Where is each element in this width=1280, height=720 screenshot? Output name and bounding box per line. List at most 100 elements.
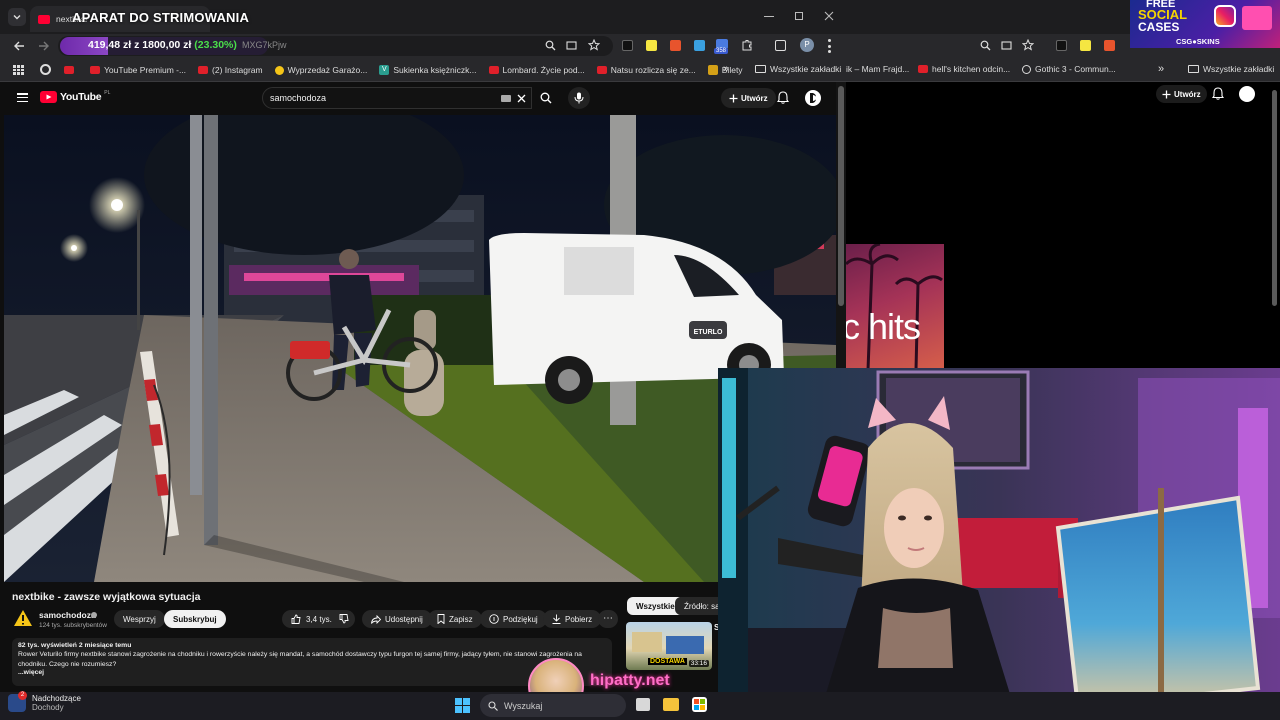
youtube-icon — [488, 66, 499, 74]
voice-search-button[interactable] — [568, 87, 590, 109]
all-bookmarks-folder[interactable]: Wszystkie zakładki — [1188, 64, 1274, 74]
channel-avatar[interactable] — [13, 609, 33, 629]
playlist-thumbnail[interactable]: c hits — [846, 244, 944, 370]
bookmark-item[interactable]: Natsu rozlicza się ze... — [596, 65, 696, 75]
puzzle-icon[interactable] — [741, 39, 753, 51]
tab-search-button[interactable] — [8, 8, 26, 26]
thumbs-down-icon — [339, 614, 349, 624]
back-arrow-icon[interactable] — [13, 40, 25, 52]
keyboard-icon[interactable] — [501, 95, 511, 102]
instagram-icon — [1214, 5, 1236, 27]
watermark-text: hipatty.net — [590, 672, 670, 689]
news-widget[interactable]: 2 Nadchodzące Dochody — [8, 691, 81, 712]
more-bookmarks-button[interactable]: » — [1158, 63, 1164, 75]
minimize-button[interactable] — [764, 16, 774, 17]
zoom-icon[interactable] — [545, 40, 556, 51]
extension-icon-1[interactable] — [1056, 40, 1067, 51]
github-bookmark-icon[interactable] — [40, 64, 51, 75]
task-view-icon[interactable] — [636, 698, 650, 711]
search-input[interactable] — [270, 91, 490, 105]
forward-arrow-icon[interactable] — [38, 40, 50, 52]
channel-name[interactable]: samochodoza — [39, 610, 96, 620]
recommended-thumbnail[interactable]: DOSTAWA 33:16 — [626, 622, 712, 670]
share-icon — [371, 614, 381, 624]
description-box[interactable]: 82 tys. wyświetleń 2 miesiące temu Rower… — [12, 638, 612, 686]
save-button[interactable]: Zapisz — [428, 610, 482, 628]
extension-icon-1[interactable] — [622, 40, 633, 51]
bookmark-star-icon[interactable] — [588, 39, 600, 51]
bookmark-item[interactable]: V Sukienka księżniczk... — [379, 65, 477, 75]
close-window-icon[interactable] — [824, 11, 834, 21]
bookmark-star-icon[interactable] — [1022, 39, 1034, 51]
scrollbar-thumb-right[interactable] — [1272, 90, 1277, 306]
extension-icon-3[interactable] — [1104, 40, 1115, 51]
store-icon[interactable] — [692, 697, 707, 712]
all-bookmarks-folder[interactable]: Wszystkie zakładki — [755, 64, 841, 74]
youtube-icon — [64, 66, 74, 74]
extension-icon-4[interactable] — [694, 40, 705, 51]
like-button[interactable]: 3,4 tys. — [282, 610, 341, 628]
start-button[interactable] — [455, 698, 470, 713]
maximize-button[interactable] — [795, 12, 803, 20]
description-text: Rower Veturilo firmy nextbike stanowi za… — [18, 651, 582, 668]
extension-icon-3[interactable] — [670, 40, 681, 51]
install-icon[interactable] — [566, 40, 577, 51]
dislike-button[interactable] — [333, 610, 355, 628]
bilety-icon — [707, 65, 718, 75]
menu-dots-icon[interactable] — [828, 39, 831, 53]
bookmark-item[interactable] — [64, 66, 78, 74]
extension-icon-2[interactable] — [1080, 40, 1091, 51]
video-player[interactable]: ETURLO — [4, 115, 836, 582]
bookmarks-bar-right: ik – Mam Frajd... hell's kitchen odcin..… — [846, 58, 1280, 82]
more-description[interactable]: ...więcej — [18, 669, 606, 676]
plus-icon — [729, 94, 738, 102]
bookmark-item[interactable]: ik – Mam Frajd... — [846, 64, 909, 74]
news-subtitle: Dochody — [32, 703, 64, 712]
sidepanel-icon[interactable] — [775, 40, 786, 51]
youtube-logo[interactable]: YouTube PL — [40, 90, 110, 103]
create-button[interactable]: Utwórz — [1156, 85, 1207, 103]
csgo-skins-ad[interactable]: FREE SOCIAL CASES CSG●SKINS — [1130, 0, 1280, 48]
notifications-bell-icon[interactable] — [777, 91, 789, 104]
notification-badge: 2 — [18, 691, 27, 700]
bookmark-item[interactable]: Gothic 3 - Commun... — [1022, 64, 1116, 74]
bookmark-item[interactable]: YouTube Premium -... — [90, 65, 186, 75]
more-actions-button[interactable]: ⋯ — [598, 610, 618, 628]
subscribe-button[interactable]: Subskrybuj — [164, 610, 226, 628]
search-button[interactable] — [532, 87, 560, 109]
zoom-icon[interactable] — [980, 40, 991, 51]
extension-icon-2[interactable] — [646, 40, 657, 51]
clear-search-icon[interactable] — [517, 94, 526, 103]
bookmarks-bar: YouTube Premium -... (2) Instagram Wyprz… — [0, 58, 846, 82]
thanks-button[interactable]: Podziękuj — [480, 610, 547, 628]
streamer-webcam — [718, 368, 1280, 720]
file-explorer-icon[interactable] — [663, 698, 679, 711]
profile-avatar[interactable]: P — [800, 38, 814, 52]
bookmark-item[interactable]: Lombard. Życie pod... — [488, 65, 585, 75]
hamburger-menu-icon[interactable] — [17, 93, 28, 102]
more-bookmarks-button[interactable]: » — [723, 63, 729, 75]
share-button[interactable]: Udostępnij — [362, 610, 432, 628]
install-icon[interactable] — [1001, 40, 1012, 51]
bookmark-item[interactable]: hell's kitchen odcin... — [918, 64, 1010, 74]
download-button[interactable]: Pobierz — [543, 610, 602, 628]
bookmark-item[interactable]: Wyprzedaż Garażo... — [274, 65, 367, 75]
globe-icon — [1022, 64, 1031, 74]
v-icon: V — [379, 65, 390, 75]
support-button[interactable]: Wesprzyj — [114, 610, 165, 628]
url-tail: MXG7kPjw — [242, 40, 287, 50]
account-avatar[interactable] — [1239, 86, 1255, 102]
bookmark-item[interactable]: (2) Instagram — [198, 65, 263, 75]
youtube-icon — [596, 66, 607, 74]
notifications-bell-icon[interactable] — [1212, 87, 1224, 100]
video-frame: ETURLO — [4, 115, 836, 582]
account-avatar[interactable] — [805, 90, 821, 106]
scrollbar-thumb-left[interactable] — [838, 86, 844, 306]
search-icon — [540, 92, 552, 104]
apps-grid-icon[interactable] — [13, 65, 24, 75]
microphone-icon — [574, 92, 584, 104]
taskbar-search-placeholder: Wyszukaj — [504, 700, 543, 711]
donation-percent: (23.30%) — [194, 39, 237, 51]
create-button[interactable]: Utwórz — [721, 88, 776, 108]
taskbar-search-box[interactable]: Wyszukaj — [480, 694, 626, 717]
